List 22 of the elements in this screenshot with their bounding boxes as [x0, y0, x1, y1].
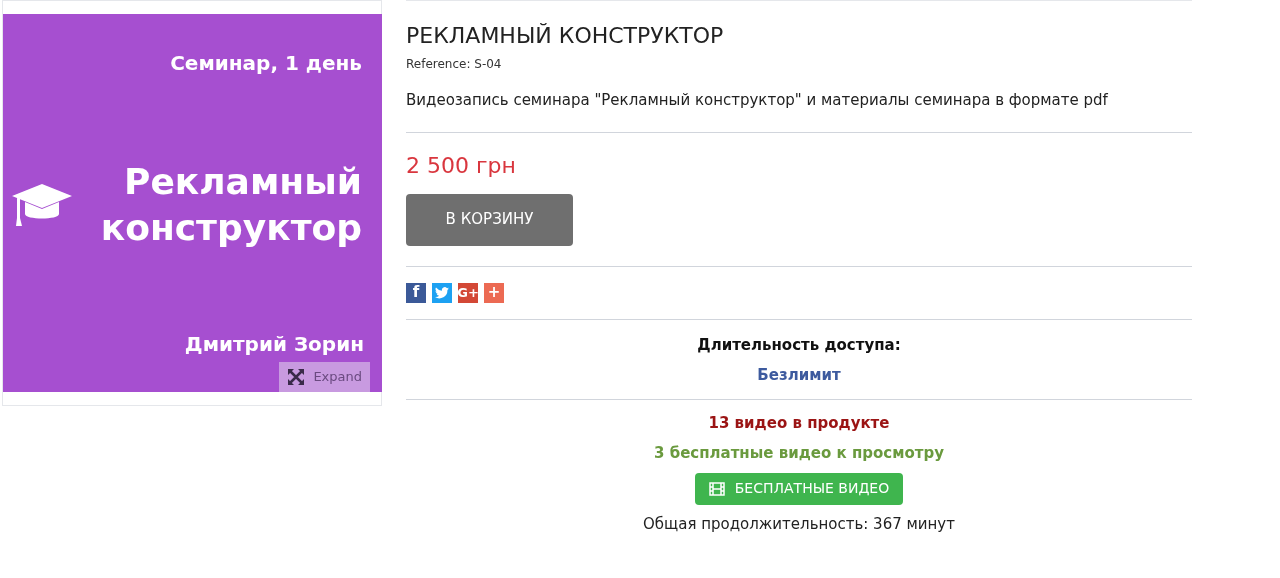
more-share-button[interactable]: + — [484, 282, 504, 303]
twitter-share-button[interactable] — [432, 282, 452, 303]
facebook-share-button[interactable]: f — [406, 282, 426, 303]
price-text: 2 500 грн — [406, 151, 517, 180]
image-author: Дмитрий Зорин — [184, 331, 364, 358]
access-label: Длительность доступа: — [697, 334, 901, 356]
image-subtitle: Семинар, 1 день — [170, 50, 362, 77]
googleplus-share-button[interactable]: G+ — [458, 282, 478, 303]
expand-icon — [287, 368, 306, 386]
total-duration-text: Общая продолжительность: 367 минут — [643, 513, 955, 535]
add-to-cart-button[interactable]: В КОРЗИНУ — [406, 193, 573, 246]
product-title: РЕКЛАМНЫЙ КОНСТРУКТОР — [406, 22, 725, 50]
free-videos-text: 3 бесплатные видео к просмотру — [654, 443, 944, 464]
video-count-text: 13 видео в продукте — [708, 412, 890, 434]
bird-icon — [435, 286, 449, 299]
reference-text: Reference: S-04 — [406, 56, 503, 73]
image-title: Рекламный конструктор — [100, 160, 362, 250]
free-videos-button[interactable]: БЕСПЛАТНЫЕ ВИДЕО — [694, 472, 904, 505]
expand-button[interactable]: Expand — [279, 362, 370, 392]
film-icon — [708, 481, 725, 496]
product-description: Видеозапись семинара "Рекламный конструктор" и материалы семинара в формате pdf — [406, 90, 1109, 111]
access-value: Безлимит — [757, 365, 841, 386]
